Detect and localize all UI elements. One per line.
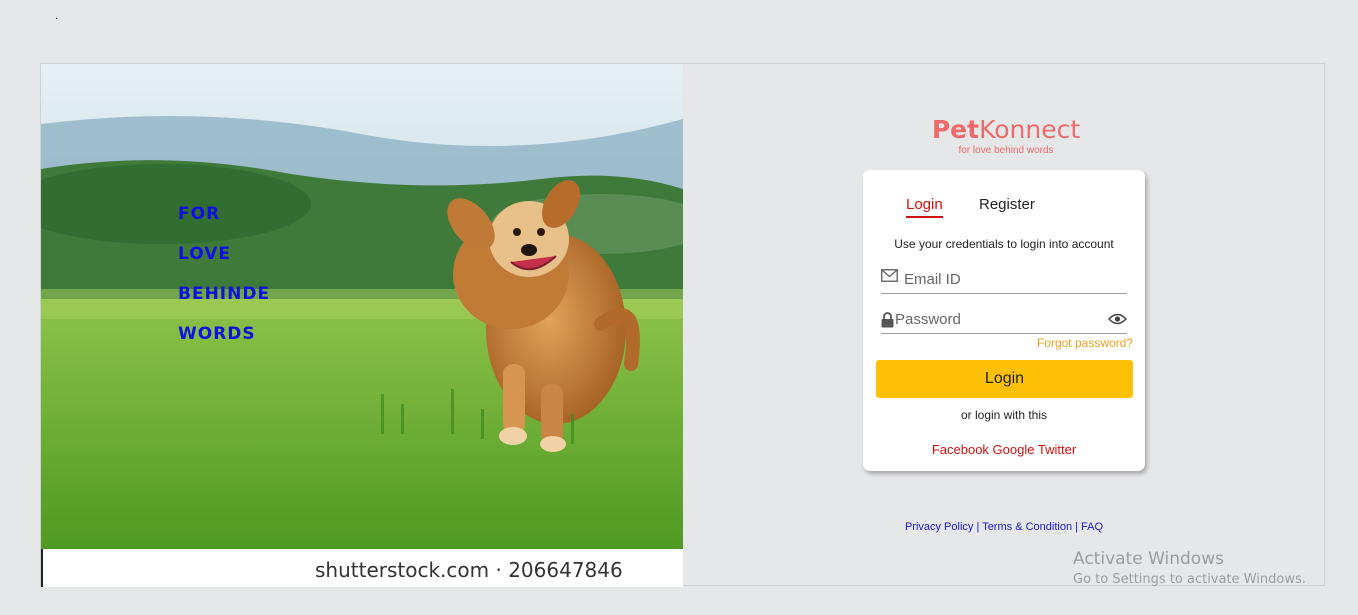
hero-tagline: FOR LOVE BEHINDE WORDS xyxy=(178,202,270,362)
tagline-line: WORDS xyxy=(178,324,256,344)
lock-icon xyxy=(881,312,894,333)
tagline-line: LOVE xyxy=(178,244,231,264)
activate-windows-watermark: Activate Windows Go to Settings to activ… xyxy=(1073,549,1306,587)
hero-photo: FOR LOVE BEHINDE WORDS shutterstock.com … xyxy=(41,64,683,587)
google-login-link[interactable]: Google xyxy=(993,442,1035,457)
email-field xyxy=(881,269,1127,294)
tagline-line: BEHINDE xyxy=(178,284,271,304)
brand-subtitle: for love behind words xyxy=(958,145,1054,156)
footer-links: Privacy Policy | Terms & Condition | FAQ xyxy=(863,521,1145,533)
activate-windows-subtitle: Go to Settings to activate Windows. xyxy=(1073,572,1306,587)
faq-link[interactable]: FAQ xyxy=(1081,521,1103,533)
password-input[interactable] xyxy=(895,311,1095,328)
password-field xyxy=(881,309,1128,334)
email-input[interactable] xyxy=(904,271,1104,288)
tab-register[interactable]: Register xyxy=(979,196,1035,213)
activate-windows-title: Activate Windows xyxy=(1073,549,1224,569)
footer-separator: | xyxy=(976,521,980,533)
or-login-with-text: or login with this xyxy=(960,408,1048,422)
envelope-icon xyxy=(881,269,898,287)
brand-name-light: Konnect xyxy=(979,115,1081,144)
dog-photo-image xyxy=(41,64,683,549)
eye-icon[interactable] xyxy=(1107,312,1128,330)
brand-header: PetKonnect for love behind words xyxy=(896,115,1116,156)
login-hint: Use your credentials to login into accou… xyxy=(894,237,1114,251)
brand-logo: PetKonnect xyxy=(896,115,1116,144)
privacy-policy-link[interactable]: Privacy Policy xyxy=(905,521,973,533)
stock-watermark: shutterstock.com · 206647846 xyxy=(315,558,623,582)
login-button[interactable]: Login xyxy=(876,360,1133,398)
footer-separator: | xyxy=(1075,521,1078,533)
watermark-strip: shutterstock.com · 206647846 xyxy=(41,549,683,587)
facebook-login-link[interactable]: Facebook xyxy=(932,442,989,457)
brand-name-bold: Pet xyxy=(931,115,980,144)
terms-link[interactable]: Terms & Condition xyxy=(982,521,1072,533)
twitter-login-link[interactable]: Twitter xyxy=(1038,442,1076,457)
social-login-links: Facebook Google Twitter xyxy=(863,442,1145,457)
tab-login[interactable]: Login xyxy=(906,196,943,218)
tagline-line: FOR xyxy=(178,204,221,224)
stray-dot: . xyxy=(55,8,59,22)
forgot-password-link[interactable]: Forgot password? xyxy=(1037,336,1133,350)
login-card: Login Register Use your credentials to l… xyxy=(863,170,1145,471)
